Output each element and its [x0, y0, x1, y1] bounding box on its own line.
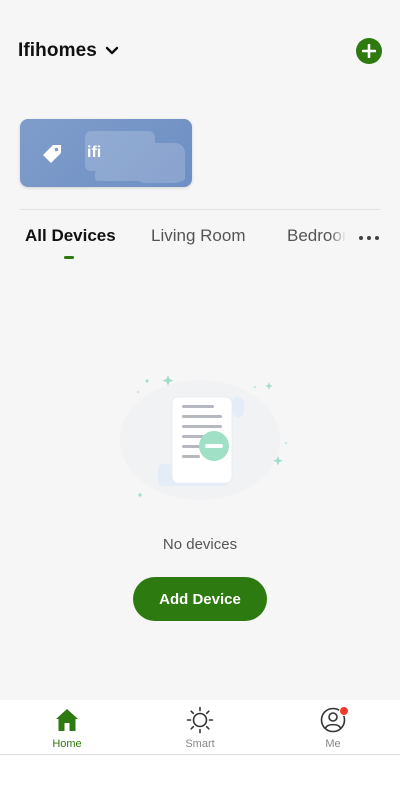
- profile-icon-wrapper: [319, 706, 349, 734]
- empty-devices-illustration: [120, 375, 288, 500]
- tag-icon: [43, 145, 61, 163]
- add-device-button[interactable]: Add Device: [133, 577, 267, 621]
- tab-active-indicator: [64, 256, 74, 259]
- scene-label: ifi: [87, 144, 102, 161]
- home-name: Ifihomes: [18, 40, 97, 61]
- nav-label-me: Me: [325, 738, 341, 750]
- home-selector[interactable]: Ifihomes: [18, 40, 119, 62]
- plus-icon: [362, 44, 376, 58]
- tab-all-devices[interactable]: All Devices: [25, 226, 116, 246]
- add-button[interactable]: [356, 38, 382, 64]
- nav-item-home[interactable]: Home: [27, 706, 107, 750]
- nav-item-me[interactable]: Me: [293, 706, 373, 750]
- chevron-down-icon: [105, 46, 119, 55]
- bottom-safe-area: [0, 755, 400, 800]
- nav-item-smart[interactable]: Smart: [160, 706, 240, 750]
- header: Ifihomes: [18, 34, 382, 70]
- nav-label-smart: Smart: [185, 738, 215, 750]
- notification-badge: [339, 706, 349, 716]
- bottom-nav: Home Smart Me: [0, 700, 400, 755]
- empty-state-message: No devices: [162, 536, 238, 553]
- sun-icon: [186, 706, 214, 734]
- home-icon: [56, 709, 78, 731]
- nav-label-home: Home: [52, 738, 82, 750]
- tabs-fade: [330, 226, 346, 254]
- tab-living-room[interactable]: Living Room: [151, 226, 246, 246]
- divider: [20, 209, 380, 210]
- scene-card[interactable]: ifi: [20, 119, 192, 187]
- room-tabs: All Devices Living Room Bedroom: [0, 226, 346, 266]
- more-icon[interactable]: [356, 228, 382, 248]
